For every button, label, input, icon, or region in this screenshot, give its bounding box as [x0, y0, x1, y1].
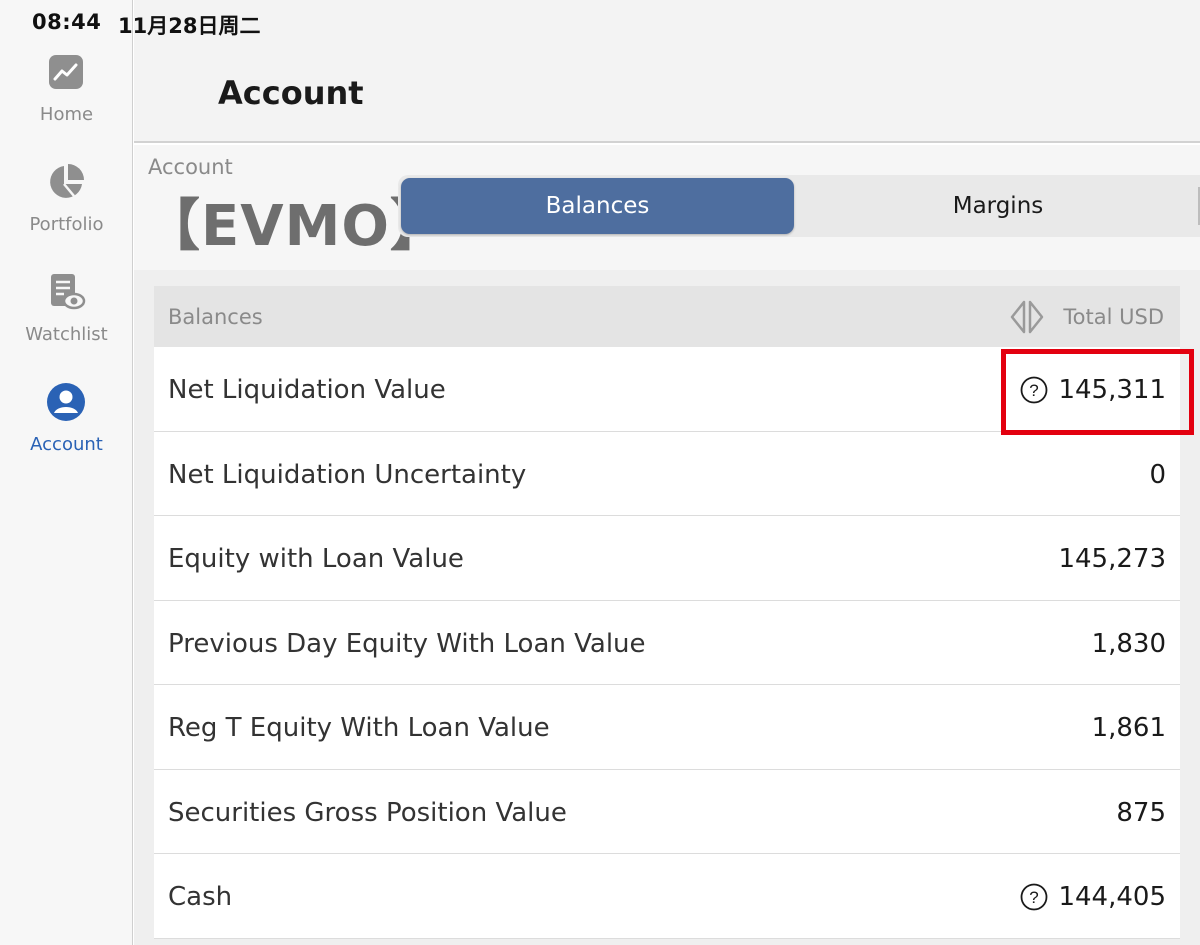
sidebar-item-label: Watchlist: [25, 324, 108, 345]
row-label: Cash: [168, 882, 233, 912]
row-value: 1,830: [1091, 628, 1166, 659]
row-label: Securities Gross Position Value: [168, 797, 567, 828]
table-row[interactable]: Securities Gross Position Value 875: [154, 769, 1180, 854]
table-row[interactable]: Cash ? 144,405: [154, 854, 1180, 939]
user-circle-icon: [47, 383, 85, 421]
row-value: 0: [1149, 459, 1166, 490]
status-date: 11月28日周二: [118, 14, 261, 38]
row-value: 1,861: [1091, 713, 1166, 743]
help-icon[interactable]: ?: [1020, 883, 1048, 911]
row-label: Reg T Equity With Loan Value: [168, 713, 550, 743]
sidebar: Home Portfolio Watchlist Account: [0, 0, 133, 945]
pie-chart-icon: [50, 164, 84, 198]
table-row[interactable]: Equity with Loan Value 145,273: [154, 516, 1180, 601]
swap-currency-icon[interactable]: [1008, 298, 1046, 336]
status-time: 08:44: [32, 10, 102, 34]
account-block: Account 【EVMO】 Balances Margins: [134, 145, 1200, 270]
row-label: Net Liquidation Value: [168, 375, 446, 405]
row-value-cell: ? 144,405: [1020, 882, 1166, 912]
row-label: Equity with Loan Value: [168, 544, 464, 574]
sidebar-item-account[interactable]: Account: [0, 382, 133, 482]
page-title: Account: [218, 74, 364, 112]
row-value: 145,273: [1058, 544, 1166, 574]
svg-text:?: ?: [1030, 888, 1039, 907]
chart-line-icon: [49, 55, 83, 89]
sidebar-item-home[interactable]: Home: [0, 52, 133, 152]
table-row[interactable]: Net Liquidation Uncertainty 0: [154, 431, 1180, 516]
sidebar-item-label: Portfolio: [29, 214, 104, 235]
sidebar-item-portfolio[interactable]: Portfolio: [0, 162, 133, 262]
table-header-title: Balances: [168, 305, 263, 329]
account-caption: Account: [148, 155, 233, 179]
tab-balances[interactable]: Balances: [401, 178, 794, 234]
row-value: 875: [1116, 797, 1166, 828]
table-row[interactable]: Previous Day Equity With Loan Value 1,83…: [154, 600, 1180, 685]
sidebar-item-label: Home: [39, 104, 94, 125]
row-label: Previous Day Equity With Loan Value: [168, 628, 646, 659]
table-header-currency[interactable]: Total USD: [1063, 305, 1164, 329]
table-header: Balances Total USD: [154, 286, 1180, 347]
highlight-annotation: [1001, 349, 1194, 435]
sidebar-item-watchlist[interactable]: Watchlist: [0, 272, 133, 372]
tab-margins[interactable]: Margins: [798, 178, 1198, 234]
status-bar: 08:44 11月28日周二: [0, 0, 1200, 46]
segmented-control: Balances Margins: [398, 175, 1200, 237]
row-value: 144,405: [1058, 882, 1166, 912]
row-label: Net Liquidation Uncertainty: [168, 459, 527, 490]
table-row[interactable]: Reg T Equity With Loan Value 1,861: [154, 685, 1180, 770]
watchlist-eye-icon: [51, 274, 86, 310]
sidebar-item-label: Account: [30, 434, 103, 455]
